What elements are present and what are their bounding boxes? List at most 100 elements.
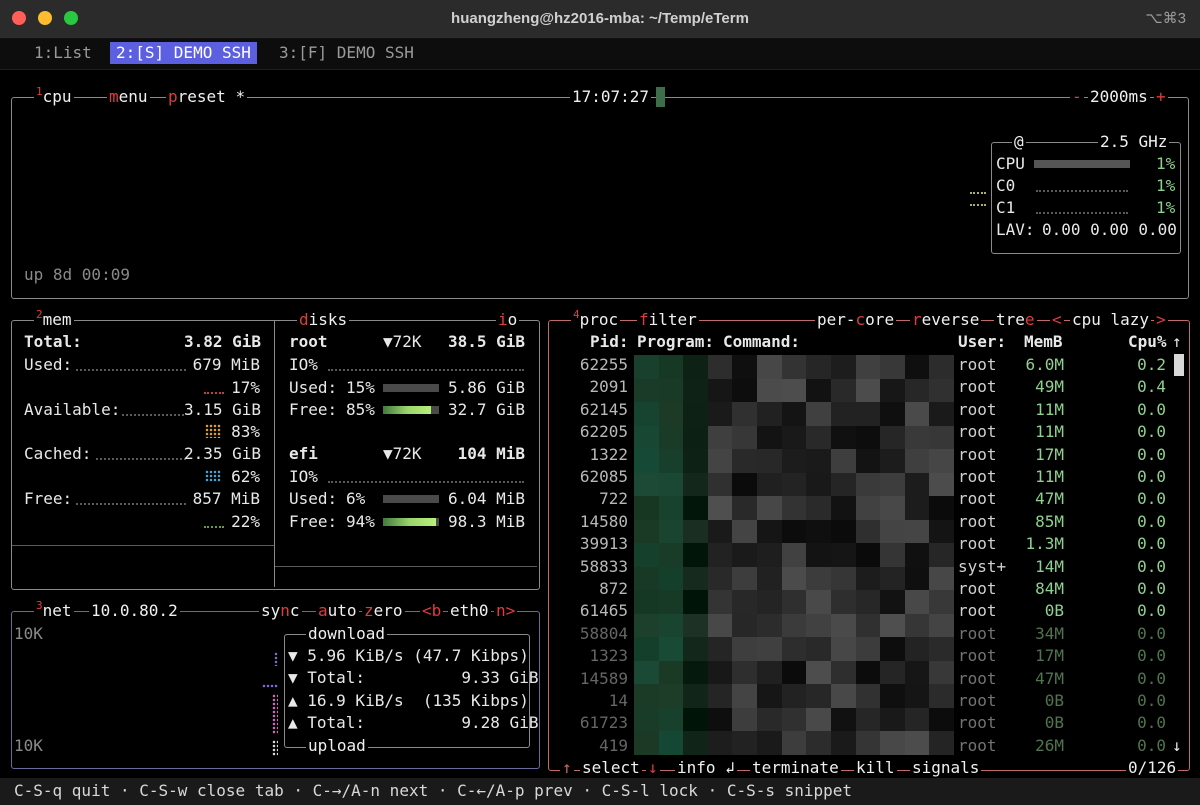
proc-row[interactable] xyxy=(552,623,1172,645)
window-title: huangzheng@hz2016-mba: ~/Temp/eTerm xyxy=(451,10,749,27)
proc-row[interactable] xyxy=(552,690,1172,712)
proc-header-mem[interactable]: MemB xyxy=(1024,331,1063,353)
mem-total-value: 3.82 GiB xyxy=(184,332,262,351)
proc-kill-button[interactable]: kill xyxy=(854,757,897,779)
proc-header-program[interactable]: Program: xyxy=(637,331,714,353)
proc-per-core-toggle[interactable]: per-core xyxy=(815,309,897,331)
proc-sort-prev[interactable]: < xyxy=(1050,309,1064,331)
proc-sort-mode: cpu lazy xyxy=(1070,309,1152,331)
enter-icon: ↲ xyxy=(725,758,735,777)
cpu-core1-bar xyxy=(1036,210,1128,214)
proc-row[interactable] xyxy=(552,556,1172,578)
net-zero-toggle[interactable]: zero xyxy=(362,600,405,622)
proc-row-mem: 85M xyxy=(1035,512,1064,531)
cpu-preset-button[interactable]: preset * xyxy=(166,86,248,108)
net-upload-title: upload xyxy=(306,735,368,757)
proc-select-up-icon[interactable]: ↑ xyxy=(560,757,574,779)
keyboard-shortcuts-hint: C-S-q quit · C-S-w close tab · C-→/A-n n… xyxy=(14,781,853,800)
proc-row-user: root xyxy=(958,736,997,755)
tab-list[interactable]: 1:List xyxy=(28,42,98,64)
proc-row[interactable] xyxy=(552,578,1172,600)
proc-header-pid[interactable]: Pid: xyxy=(590,331,629,353)
net-graph-mark xyxy=(262,684,278,688)
proc-row[interactable] xyxy=(552,645,1172,667)
net-prev-interface[interactable]: <b xyxy=(420,600,444,622)
tab-demo-ssh-f[interactable]: 3:[F] DEMO SSH xyxy=(273,42,420,64)
status-bar: C-S-q quit · C-S-w close tab · C-→/A-n n… xyxy=(0,778,1200,805)
proc-scroll-down-icon[interactable]: ↓ xyxy=(1172,735,1182,757)
disk-root-used-pct: 15% xyxy=(346,378,375,397)
proc-scrollbar-thumb[interactable] xyxy=(1174,354,1184,376)
proc-header-cpu[interactable]: Cpu% xyxy=(1128,331,1167,353)
disk-efi-free-value: 98.3 MiB xyxy=(447,512,525,531)
proc-terminate-button[interactable]: terminate xyxy=(750,757,841,779)
terminal-cursor xyxy=(656,87,665,107)
proc-row[interactable] xyxy=(552,511,1172,533)
proc-row-pid: 14589 xyxy=(579,669,628,688)
proc-row[interactable] xyxy=(552,668,1172,690)
proc-row-mem: 11M xyxy=(1035,467,1064,486)
proc-row-user: root xyxy=(958,646,997,665)
proc-row-pid: 722 xyxy=(599,489,628,508)
proc-row[interactable] xyxy=(552,354,1172,376)
proc-row-pid: 1323 xyxy=(589,646,628,665)
proc-reverse-toggle[interactable]: reverse xyxy=(910,309,982,331)
net-graph-mark xyxy=(274,652,278,666)
proc-row[interactable] xyxy=(552,444,1172,466)
load-average-label: LAV: xyxy=(996,220,1035,239)
proc-row-mem: 49M xyxy=(1035,377,1064,396)
cpu-frequency: 2.5 GHz xyxy=(1098,131,1170,153)
proc-row-user: root xyxy=(958,355,997,374)
proc-row[interactable] xyxy=(552,533,1172,555)
proc-row-cpu: 0.0 xyxy=(1137,736,1166,755)
net-auto-toggle[interactable]: auto xyxy=(316,600,359,622)
proc-row-mem: 0B xyxy=(1044,601,1064,620)
proc-row-pid: 61465 xyxy=(579,601,628,620)
proc-row-pid: 14 xyxy=(608,691,628,710)
net-sync-toggle[interactable]: sync xyxy=(259,600,302,622)
proc-tree-toggle[interactable]: tree xyxy=(994,309,1037,331)
proc-row-cpu: 0.0 xyxy=(1137,691,1166,710)
proc-row[interactable] xyxy=(552,421,1172,443)
interval-decrease-button[interactable]: - xyxy=(1070,86,1084,108)
mem-used-leader xyxy=(76,367,186,371)
proc-row-mem: 0B xyxy=(1044,713,1064,732)
proc-header-command[interactable]: Command: xyxy=(723,331,800,353)
proc-row[interactable] xyxy=(552,466,1172,488)
net-ip-address: 10.0.80.2 xyxy=(89,600,180,622)
proc-row-user: root xyxy=(958,467,997,486)
cpu-menu-button[interactable]: menu xyxy=(107,86,150,108)
proc-row-mem: 1.3M xyxy=(1025,534,1064,553)
proc-row-mem: 11M xyxy=(1035,400,1064,419)
tab-demo-ssh-s[interactable]: 2:[S] DEMO SSH xyxy=(110,42,257,64)
proc-sort-next[interactable]: > xyxy=(1154,309,1168,331)
disk-efi-used-value: 6.04 MiB xyxy=(447,489,525,508)
net-scale-bottom: 10K xyxy=(14,736,43,755)
interval-increase-button[interactable]: + xyxy=(1154,86,1168,108)
mem-cached-value: 2.35 GiB xyxy=(184,444,262,463)
proc-row-user: root xyxy=(958,422,997,441)
proc-row[interactable] xyxy=(552,735,1172,757)
proc-row[interactable] xyxy=(552,376,1172,398)
disk-root-io-label: IO% xyxy=(289,355,318,374)
proc-signals-button[interactable]: signals xyxy=(910,757,982,779)
load-average-values: 0.00 0.00 0.00 xyxy=(1042,220,1177,239)
proc-row[interactable] xyxy=(552,712,1172,734)
proc-filter-button[interactable]: filter xyxy=(637,309,699,331)
net-upload-rate: ▲ 16.9 KiB/s (135 Kibps) xyxy=(288,691,529,710)
net-next-interface[interactable]: n> xyxy=(494,600,518,622)
proc-info-button[interactable]: info ↲ xyxy=(675,757,737,779)
disks-divider xyxy=(275,566,537,567)
proc-select-down-icon[interactable]: ↓ xyxy=(646,757,660,779)
proc-scroll-up-icon[interactable]: ↑ xyxy=(1172,331,1182,353)
cpu-graph-mark xyxy=(970,190,986,194)
proc-count: 0/126 xyxy=(1126,757,1179,779)
proc-header-user[interactable]: User: xyxy=(958,331,1006,353)
proc-row-cpu: 0.0 xyxy=(1137,669,1166,688)
proc-row[interactable] xyxy=(552,488,1172,510)
disks-io-toggle[interactable]: io xyxy=(496,309,520,331)
proc-row[interactable] xyxy=(552,600,1172,622)
proc-row-cpu: 0.0 xyxy=(1137,422,1166,441)
mem-cached-leader xyxy=(96,456,186,460)
proc-row[interactable] xyxy=(552,399,1172,421)
